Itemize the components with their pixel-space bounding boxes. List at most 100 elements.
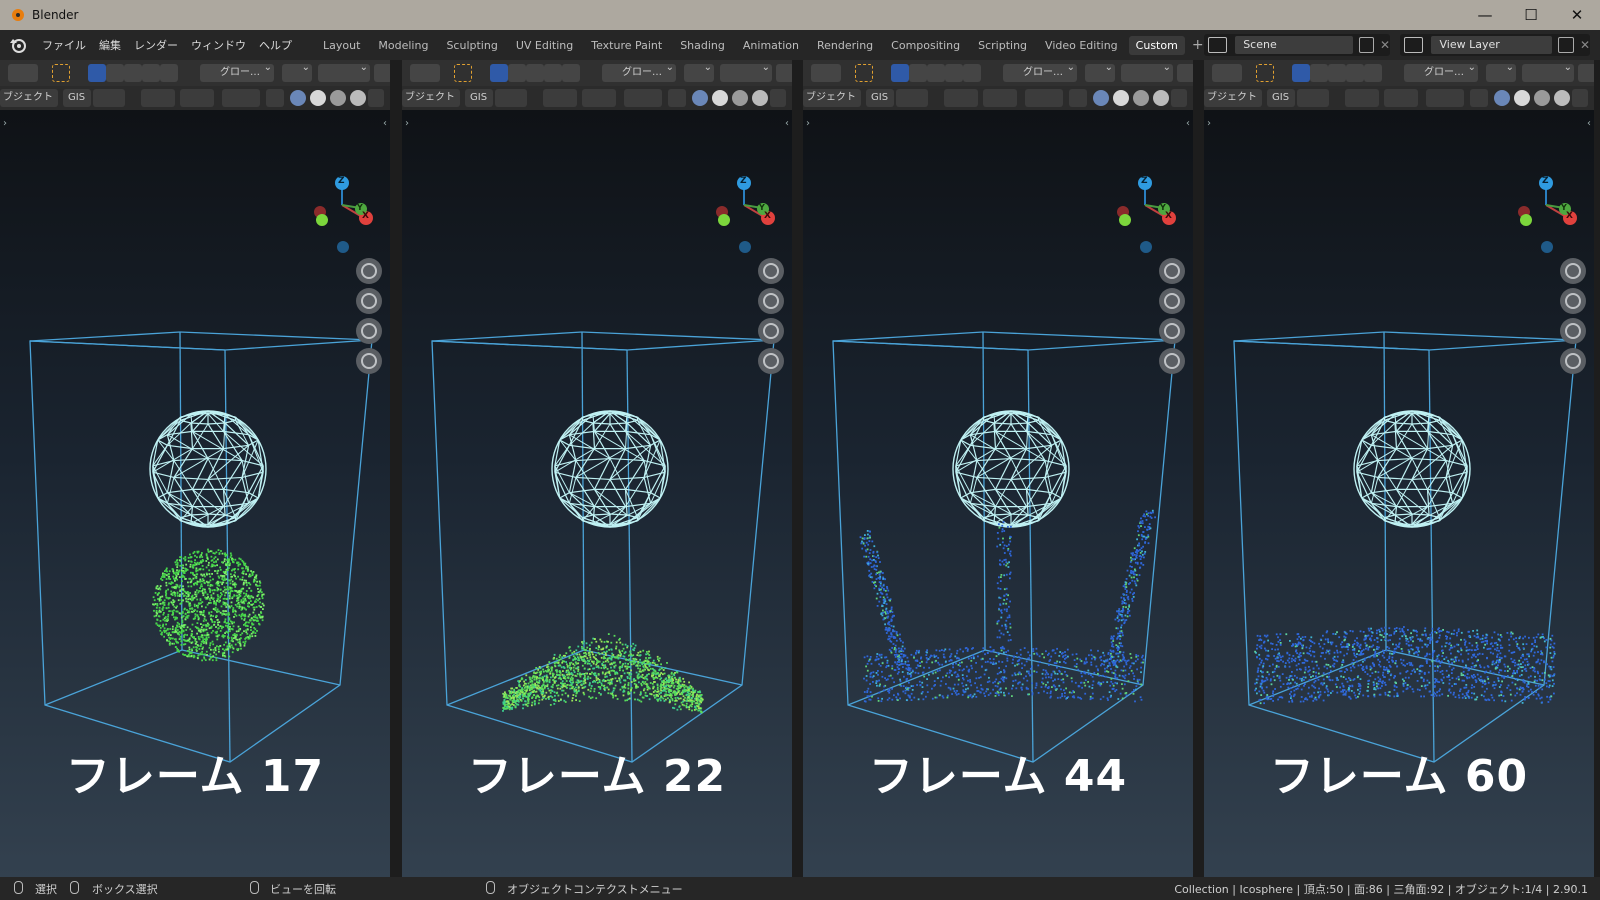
material-shading-icon[interactable] bbox=[1133, 90, 1149, 106]
editor-type-icon[interactable] bbox=[410, 64, 440, 82]
3d-viewport[interactable]: Z X Y › ‹ フレーム 44 bbox=[803, 110, 1193, 877]
editor-type-icon[interactable] bbox=[811, 64, 841, 82]
material-shading-icon[interactable] bbox=[1534, 90, 1550, 106]
selection-mode-icon[interactable] bbox=[106, 64, 124, 82]
camera-view-icon[interactable] bbox=[1560, 318, 1586, 344]
sidebar-expand-icon[interactable]: ‹ bbox=[785, 118, 789, 129]
selection-mode-icon[interactable] bbox=[1310, 64, 1328, 82]
selection-mode-icon[interactable] bbox=[526, 64, 544, 82]
remove-view-layer-icon[interactable]: ✕ bbox=[1580, 38, 1590, 52]
close-button[interactable]: ✕ bbox=[1554, 0, 1600, 30]
tab-rendering[interactable]: Rendering bbox=[810, 36, 880, 55]
gizmo-y-label[interactable]: Y bbox=[1561, 203, 1567, 212]
pan-hand-icon[interactable] bbox=[1159, 288, 1185, 314]
tab-custom[interactable]: Custom bbox=[1128, 35, 1185, 55]
selection-mode-icon[interactable] bbox=[124, 64, 142, 82]
remove-scene-icon[interactable]: ✕ bbox=[1380, 38, 1390, 52]
selection-mode-icon[interactable] bbox=[1346, 64, 1364, 82]
shading-options-icon[interactable] bbox=[1171, 89, 1187, 107]
gis-tools-icon[interactable] bbox=[1297, 89, 1329, 107]
solid-shading-icon[interactable] bbox=[1113, 90, 1129, 106]
gizmo-x-label[interactable]: X bbox=[362, 211, 369, 221]
overlay-icon[interactable] bbox=[222, 89, 260, 107]
pan-hand-icon[interactable] bbox=[1560, 288, 1586, 314]
tab-layout[interactable]: Layout bbox=[316, 36, 367, 55]
xray-icon[interactable] bbox=[668, 89, 686, 107]
sidebar-expand-icon[interactable]: ‹ bbox=[383, 118, 387, 129]
sidebar-expand-icon[interactable]: ‹ bbox=[1186, 118, 1190, 129]
zoom-icon[interactable] bbox=[1159, 258, 1185, 284]
toolbar-expand-icon[interactable]: › bbox=[806, 118, 810, 129]
wireframe-shading-icon[interactable] bbox=[1093, 90, 1109, 106]
selection-mode-icon[interactable] bbox=[891, 64, 909, 82]
pivot-point-icon[interactable] bbox=[1486, 62, 1516, 82]
rendered-shading-icon[interactable] bbox=[350, 90, 366, 106]
sidebar-expand-icon[interactable]: ‹ bbox=[1587, 118, 1591, 129]
selection-mode-icon[interactable] bbox=[1292, 64, 1310, 82]
selection-mode-icon[interactable] bbox=[160, 64, 178, 82]
new-view-layer-icon[interactable] bbox=[1558, 37, 1574, 53]
selection-mode-icon[interactable] bbox=[963, 64, 981, 82]
solid-shading-icon[interactable] bbox=[1514, 90, 1530, 106]
proportional-edit-icon[interactable] bbox=[1578, 64, 1594, 82]
3d-viewport[interactable]: Z X Y › ‹ フレーム 22 bbox=[402, 110, 792, 877]
selection-mode-icon[interactable] bbox=[544, 64, 562, 82]
pan-hand-icon[interactable] bbox=[356, 288, 382, 314]
gizmo-z-label[interactable]: Z bbox=[740, 176, 747, 186]
visibility-icon[interactable] bbox=[944, 89, 978, 107]
tab-animation[interactable]: Animation bbox=[736, 36, 806, 55]
tab-modeling[interactable]: Modeling bbox=[371, 36, 435, 55]
selection-mode-icon[interactable] bbox=[142, 64, 160, 82]
tab-texture-paint[interactable]: Texture Paint bbox=[584, 36, 669, 55]
tab-uv-editing[interactable]: UV Editing bbox=[509, 36, 580, 55]
editor-type-icon[interactable] bbox=[8, 64, 38, 82]
menu-edit[interactable]: 編集 bbox=[99, 37, 121, 53]
visibility-icon[interactable] bbox=[141, 89, 175, 107]
blender-menu-icon[interactable] bbox=[7, 34, 29, 56]
toolbar-expand-icon[interactable]: › bbox=[1207, 118, 1211, 129]
menu-render[interactable]: レンダー bbox=[134, 37, 178, 53]
selection-mode-icon[interactable] bbox=[562, 64, 580, 82]
shading-options-icon[interactable] bbox=[368, 89, 384, 107]
perspective-grid-icon[interactable] bbox=[758, 348, 784, 374]
zoom-icon[interactable] bbox=[356, 258, 382, 284]
selection-mode-icon[interactable] bbox=[909, 64, 927, 82]
gizmo-x-label[interactable]: X bbox=[764, 211, 771, 221]
editor-type-icon[interactable] bbox=[1212, 64, 1242, 82]
rendered-shading-icon[interactable] bbox=[1153, 90, 1169, 106]
perspective-grid-icon[interactable] bbox=[1560, 348, 1586, 374]
camera-view-icon[interactable] bbox=[758, 318, 784, 344]
gizmo-z-label[interactable]: Z bbox=[338, 176, 345, 186]
maximize-button[interactable]: ☐ bbox=[1508, 0, 1554, 30]
overlay-icon[interactable] bbox=[1426, 89, 1464, 107]
camera-view-icon[interactable] bbox=[1159, 318, 1185, 344]
shading-options-icon[interactable] bbox=[770, 89, 786, 107]
toolbar-expand-icon[interactable]: › bbox=[405, 118, 409, 129]
3d-viewport[interactable]: Z X Y › ‹ フレーム 60 bbox=[1204, 110, 1594, 877]
gizmo-y-label[interactable]: Y bbox=[357, 203, 363, 212]
pan-hand-icon[interactable] bbox=[758, 288, 784, 314]
pivot-point-icon[interactable] bbox=[282, 62, 312, 82]
camera-view-icon[interactable] bbox=[356, 318, 382, 344]
selection-mode-icon[interactable] bbox=[490, 64, 508, 82]
menu-help[interactable]: ヘルプ bbox=[259, 37, 292, 53]
xray-icon[interactable] bbox=[266, 89, 284, 107]
material-shading-icon[interactable] bbox=[330, 90, 346, 106]
pivot-point-icon[interactable] bbox=[1085, 62, 1115, 82]
gis-tools-icon[interactable] bbox=[93, 89, 125, 107]
selection-mode-icon[interactable] bbox=[927, 64, 945, 82]
new-scene-icon[interactable] bbox=[1358, 37, 1374, 53]
overlay-icon[interactable] bbox=[624, 89, 662, 107]
gis-tools-icon[interactable] bbox=[495, 89, 527, 107]
gizmo-x-label[interactable]: X bbox=[1566, 211, 1573, 221]
add-workspace-button[interactable]: + bbox=[1192, 37, 1204, 53]
select-tool-icon[interactable] bbox=[454, 64, 472, 82]
tab-sculpting[interactable]: Sculpting bbox=[439, 36, 504, 55]
toolbar-expand-icon[interactable]: › bbox=[3, 118, 7, 129]
wireframe-shading-icon[interactable] bbox=[692, 90, 708, 106]
shading-options-icon[interactable] bbox=[1572, 89, 1588, 107]
select-tool-icon[interactable] bbox=[855, 64, 873, 82]
menu-file[interactable]: ファイル bbox=[42, 37, 86, 53]
snap-icon[interactable] bbox=[318, 62, 370, 82]
selection-mode-icon[interactable] bbox=[1364, 64, 1382, 82]
